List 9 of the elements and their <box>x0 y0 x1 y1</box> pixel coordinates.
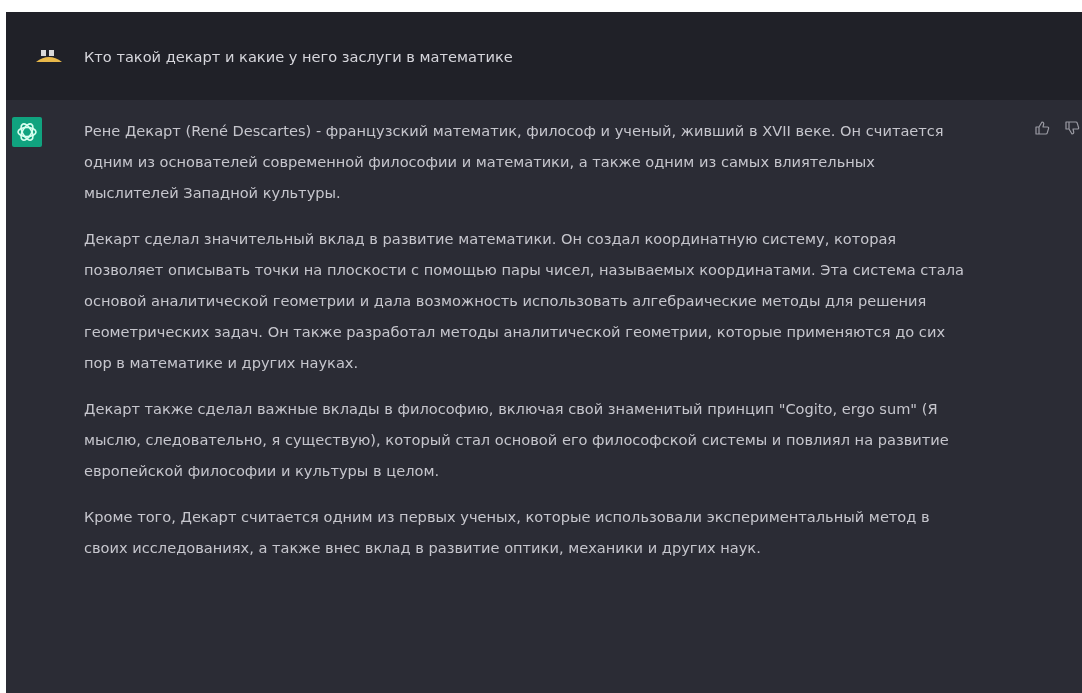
answer-paragraph: Рене Декарт (René Descartes) - французский математик, философ и ученый, живший в XVII веке. Он считается одним из основателей современной философии и математики, а также одним из самых влиятельных мыслителей Западной культуры. <box>84 121 945 203</box>
user-avatar-icon <box>34 48 64 64</box>
thumbs-up-icon[interactable] <box>1034 120 1050 136</box>
assistant-logo-icon <box>12 117 42 147</box>
answer-paragraph: Декарт сделал значительный вклад в развитие математики. Он создал координатную систему, которая позволяет описывать точки на плоскости с помощью пары чисел, называемых координатами. Эта система стала основой аналитической геометрии и дала возможность использовать алгебраические методы для решения геометрических задач. Он также разработал методы аналитической геометрии, которые применяются до сих пор в математике и других науках. <box>84 229 964 373</box>
answer-paragraph: Кроме того, Декарт считается одним из первых ученых, которые использовали экспериментальный метод в своих исследованиях, а также внес вклад в развитие оптики, механики и других наук. <box>84 507 931 558</box>
question-text: Кто такой декарт и какие у него заслуги в математике <box>84 46 514 67</box>
thumbs-down-icon[interactable] <box>1064 120 1080 136</box>
answer-paragraph: Декарт также сделал важные вклады в философию, включая свой знаменитый принцип "Cogito, ergo sum" (Я мыслю, следовательно, я существую), который стал основой его философской системы и повлиял на развитие европейской философии и культуры в целом. <box>84 399 950 481</box>
